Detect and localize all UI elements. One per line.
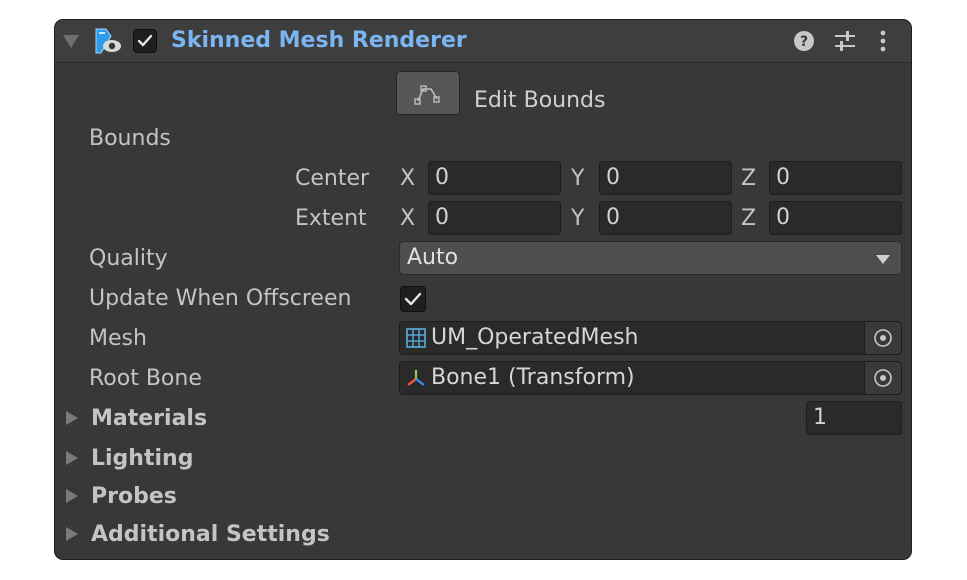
update-when-offscreen-checkbox[interactable] [400, 286, 426, 312]
quality-label: Quality [89, 246, 168, 271]
mesh-object-picker-button[interactable] [864, 322, 901, 354]
section-additional-settings[interactable]: Additional Settings [91, 520, 330, 550]
extent-y-field[interactable]: 0 [599, 201, 732, 235]
skinned-mesh-renderer-icon [93, 27, 123, 55]
more-menu-icon[interactable] [877, 29, 889, 53]
root-bone-object-field[interactable]: Bone1 (Transform) [399, 361, 902, 395]
mesh-object-field[interactable]: UM_OperatedMesh [399, 321, 902, 355]
center-label: Center [295, 166, 370, 191]
inspector-component-panel: Skinned Mesh Renderer ? Edit Bounds Boun… [54, 19, 912, 560]
center-x-field[interactable]: 0 [428, 161, 561, 195]
quality-dropdown[interactable]: Auto [399, 241, 902, 275]
root-bone-value: Bone1 (Transform) [431, 365, 635, 390]
additional-settings-foldout-arrow-icon[interactable] [66, 527, 78, 541]
quality-value: Auto [407, 245, 459, 270]
component-enabled-checkbox[interactable] [133, 29, 157, 53]
chevron-down-icon [876, 255, 890, 264]
checkmark-icon [404, 292, 422, 306]
center-z-field[interactable]: 0 [769, 161, 902, 195]
mesh-value: UM_OperatedMesh [431, 325, 639, 350]
extent-z-field[interactable]: 0 [769, 201, 902, 235]
extent-label: Extent [295, 206, 367, 231]
component-header[interactable]: Skinned Mesh Renderer ? [55, 20, 911, 63]
extent-z-label[interactable]: Z [741, 204, 756, 234]
svg-text:?: ? [800, 34, 808, 50]
target-picker-icon [874, 369, 892, 387]
extent-x-label[interactable]: X [400, 204, 415, 234]
mesh-label: Mesh [89, 326, 147, 351]
presets-icon[interactable] [833, 29, 857, 53]
component-title: Skinned Mesh Renderer [171, 28, 467, 53]
bounds-label: Bounds [89, 126, 171, 151]
root-bone-label: Root Bone [89, 366, 202, 391]
foldout-arrow-icon[interactable] [63, 35, 79, 48]
section-probes[interactable]: Probes [91, 482, 177, 512]
checkmark-icon [137, 34, 153, 47]
edit-bounds-icon [414, 85, 440, 105]
root-bone-object-picker-button[interactable] [864, 362, 901, 394]
center-x-label[interactable]: X [400, 164, 415, 194]
edit-bounds-label: Edit Bounds [474, 88, 606, 113]
extent-x-field[interactable]: 0 [428, 201, 561, 235]
materials-count-field[interactable]: 1 [806, 401, 902, 435]
center-y-label[interactable]: Y [571, 164, 584, 194]
update-when-offscreen-label: Update When Offscreen [89, 286, 352, 311]
target-picker-icon [874, 329, 892, 347]
transform-axes-icon [407, 370, 425, 386]
section-materials[interactable]: Materials [91, 404, 207, 434]
center-z-label[interactable]: Z [741, 164, 756, 194]
section-lighting[interactable]: Lighting [91, 444, 193, 474]
probes-foldout-arrow-icon[interactable] [66, 489, 78, 503]
help-icon[interactable]: ? [793, 30, 815, 52]
lighting-foldout-arrow-icon[interactable] [66, 451, 78, 465]
extent-y-label[interactable]: Y [571, 204, 584, 234]
center-y-field[interactable]: 0 [599, 161, 732, 195]
materials-foldout-arrow-icon[interactable] [66, 411, 78, 425]
mesh-grid-icon [406, 328, 426, 348]
edit-bounds-button[interactable] [396, 71, 460, 115]
